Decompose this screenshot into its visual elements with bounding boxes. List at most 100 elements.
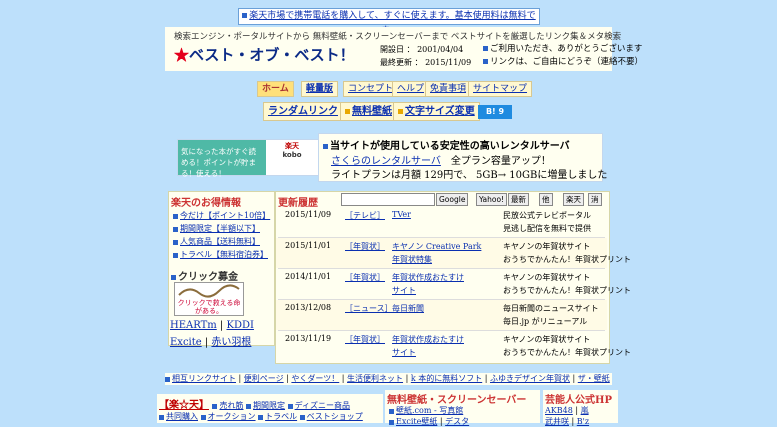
update-category[interactable]: ［ニュース］ bbox=[345, 303, 393, 314]
nav-concept[interactable]: コンセプト bbox=[343, 81, 399, 97]
site-logo[interactable]: ★ベスト・オブ・ベスト！ bbox=[174, 44, 355, 65]
bokin-links-row1: HEARTm | KDDI bbox=[170, 320, 254, 331]
rakuten-box-link[interactable]: ディズニー商品 bbox=[295, 401, 350, 410]
update-category[interactable]: ［年賀状］ bbox=[345, 334, 385, 345]
wave-icon bbox=[178, 284, 240, 298]
rakuten-box-title[interactable]: 【楽☆天】 bbox=[159, 400, 209, 411]
celebrity-box-title: 芸能人公式HP bbox=[545, 395, 612, 406]
link-bar-item[interactable]: 便利ページ bbox=[244, 374, 284, 383]
update-desc: 民放公式テレビポータル bbox=[503, 211, 591, 220]
update-site[interactable]: 年賀状特集 bbox=[392, 254, 432, 265]
wallpaper-link[interactable]: Excite壁紙 bbox=[396, 417, 437, 426]
site-dates: 開設日 ： 2001/04/04 最終更新 ： 2015/11/09 bbox=[380, 43, 471, 69]
update-site[interactable]: 年賀状作成おたすけ bbox=[392, 334, 464, 345]
site-header: 検索エンジン・ポータルサイトから 無料壁紙・スクリーンセーバーまで ベストサイト… bbox=[165, 27, 643, 71]
server-ad-title: 当サイトが使用している安定性の高いレンタルサーバ bbox=[323, 137, 570, 152]
kobo-ad-text: 気になった本がすぐ読める！ポイントが貯まる！使える！ bbox=[178, 140, 266, 178]
link-bar-item[interactable]: ザ・壁紙 bbox=[578, 374, 610, 383]
bullet-icon bbox=[389, 408, 394, 414]
font-size-label: 文字サイズ変更 bbox=[405, 106, 475, 117]
update-site[interactable]: 毎日新聞 bbox=[392, 303, 424, 314]
kobo-ad-brand: 楽天 kobo bbox=[268, 142, 316, 173]
link-bar-item[interactable]: ふゆきデザイン年賀状 bbox=[490, 374, 570, 383]
nav-home[interactable]: ホーム bbox=[257, 81, 294, 97]
bullet-icon bbox=[323, 144, 328, 149]
update-desc: 毎日.jp がリニューアル bbox=[503, 317, 588, 326]
rakuten-box-link[interactable]: 共同購入 bbox=[166, 412, 198, 421]
link-bar-item[interactable]: やくダーツ！ bbox=[291, 374, 339, 383]
search-input[interactable] bbox=[341, 193, 435, 206]
nav-help[interactable]: ヘルプ bbox=[392, 81, 430, 97]
wallpaper-box: 無料壁紙・スクリーンセーバー 壁紙.com - 写真館 Excite壁紙 | デ… bbox=[385, 390, 540, 426]
update-site[interactable]: キヤノン Creative Park bbox=[392, 241, 481, 252]
update-category[interactable]: ［テレビ］ bbox=[345, 210, 385, 221]
update-category[interactable]: ［年賀状］ bbox=[345, 272, 385, 283]
celebrity-link[interactable]: AKB48 bbox=[545, 406, 573, 415]
bullet-icon bbox=[398, 109, 403, 114]
rakuten-box-link[interactable]: オークション bbox=[208, 412, 256, 421]
bullet-icon bbox=[287, 403, 293, 409]
rakuten-search-button[interactable]: 楽天 bbox=[563, 193, 584, 206]
update-site[interactable]: 年賀状作成おたすけ bbox=[392, 272, 464, 283]
update-desc: キヤノンの年賀状サイト bbox=[503, 335, 591, 344]
akai-hane-link[interactable]: 赤い羽根 bbox=[211, 337, 251, 348]
wallpaper-link[interactable]: 壁紙.com - 写真館 bbox=[396, 406, 463, 415]
celebrity-box: 芸能人公式HP AKB48 | 嵐 武井咲 | B'z bbox=[543, 390, 618, 426]
excite-link[interactable]: Excite bbox=[170, 337, 202, 348]
rakuten-box-row1: 【楽☆天】 売れ筋 期間限定 ディズニー商品 bbox=[159, 396, 350, 411]
random-link-button[interactable]: ランダムリンク bbox=[263, 102, 343, 121]
rakuten-box-link[interactable]: トラベル bbox=[265, 412, 297, 421]
latest-button[interactable]: 最新 bbox=[508, 193, 529, 206]
celebrity-link[interactable]: B'z bbox=[577, 417, 589, 426]
nav-light[interactable]: 軽量版 bbox=[301, 81, 339, 97]
update-desc: 毎日新聞のニュースサイト bbox=[503, 304, 599, 313]
font-size-button[interactable]: 文字サイズ変更 bbox=[393, 102, 480, 121]
update-row: 2013/12/08 ［ニュース］ 毎日新聞 毎日新聞のニュースサイト 毎日.j… bbox=[276, 300, 607, 330]
kobo-ad[interactable]: 気になった本がすぐ読める！ポイントが貯まる！使える！ 楽天 kobo bbox=[177, 139, 319, 178]
update-row: 2015/11/09 ［テレビ］ TVer 民放公式テレビポータル 見逃し配信を… bbox=[276, 207, 607, 237]
nav-disclaimer[interactable]: 免責事項 bbox=[425, 81, 472, 97]
update-date: 2015/11/01 bbox=[285, 241, 332, 250]
star-icon: ★ bbox=[174, 46, 190, 64]
heartm-link[interactable]: HEARTm bbox=[170, 320, 217, 331]
rakuten-info-item[interactable]: トラベル【無料宿泊券】 bbox=[173, 249, 268, 260]
rakuten-box-link[interactable]: 売れ筋 bbox=[219, 401, 243, 410]
wallpaper-box-title: 無料壁紙・スクリーンセーバー bbox=[387, 395, 527, 406]
nav-sitemap[interactable]: サイトマップ bbox=[468, 81, 533, 97]
celebrity-link[interactable]: 嵐 bbox=[581, 406, 589, 415]
link-bar-item[interactable]: 相互リンクサイト bbox=[172, 374, 236, 383]
update-date: 2014/11/01 bbox=[285, 272, 332, 281]
bullet-icon bbox=[173, 226, 178, 232]
link-bar-item[interactable]: 生活便利ネット bbox=[347, 374, 403, 383]
update-date: 2013/11/19 bbox=[285, 334, 332, 343]
bullet-icon bbox=[171, 275, 176, 280]
rakuten-info-item[interactable]: 人気商品【送料無料】 bbox=[173, 236, 260, 247]
hatena-bookmark-button[interactable]: B! 9 bbox=[478, 105, 512, 119]
rakuten-info-item[interactable]: 期間限定【半額以下】 bbox=[173, 223, 260, 234]
rakuten-box-link[interactable]: ベストショップ bbox=[307, 412, 363, 421]
update-site[interactable]: サイト bbox=[392, 285, 416, 296]
click-bokin-banner[interactable]: クリックで救える命がある。 bbox=[174, 282, 244, 316]
other-button[interactable]: 他 bbox=[539, 193, 553, 206]
update-desc: キヤノンの年賀状サイト bbox=[503, 242, 591, 251]
update-row: 2015/11/01 ［年賀状］ キヤノン Creative Park 年賀状特… bbox=[276, 238, 631, 268]
bullet-icon bbox=[212, 403, 218, 409]
update-category[interactable]: ［年賀状］ bbox=[345, 241, 385, 252]
update-site[interactable]: TVer bbox=[392, 210, 411, 219]
clear-button[interactable]: 消 bbox=[588, 193, 602, 206]
wallpaper-link-row: Excite壁紙 | デスタ bbox=[389, 416, 469, 427]
yahoo-search-button[interactable]: Yahoo! bbox=[476, 193, 508, 206]
rakuten-box-link[interactable]: 期間限定 bbox=[253, 401, 285, 410]
bullet-icon bbox=[165, 376, 170, 382]
top-banner[interactable]: 楽天市場で携帯電話を購入して、すぐに使えます。基本使用料は無料です。 bbox=[238, 8, 540, 36]
wallpaper-link[interactable]: デスタ bbox=[445, 417, 469, 426]
celebrity-link[interactable]: 武井咲 bbox=[545, 417, 569, 426]
kddi-link[interactable]: KDDI bbox=[226, 320, 253, 331]
update-site[interactable]: サイト bbox=[392, 347, 416, 358]
free-wallpaper-button[interactable]: 無料壁紙 bbox=[340, 102, 397, 121]
update-desc: おうちでかんたん！年賀状プリント bbox=[503, 348, 631, 357]
google-search-button[interactable]: Google bbox=[436, 193, 469, 206]
link-bar-item[interactable]: k 本的に無料ソフト bbox=[411, 374, 482, 383]
rakuten-info-item[interactable]: 今だけ【ポイント10倍】 bbox=[173, 210, 270, 221]
update-date: 最終更新 ： 2015/11/09 bbox=[380, 58, 472, 67]
